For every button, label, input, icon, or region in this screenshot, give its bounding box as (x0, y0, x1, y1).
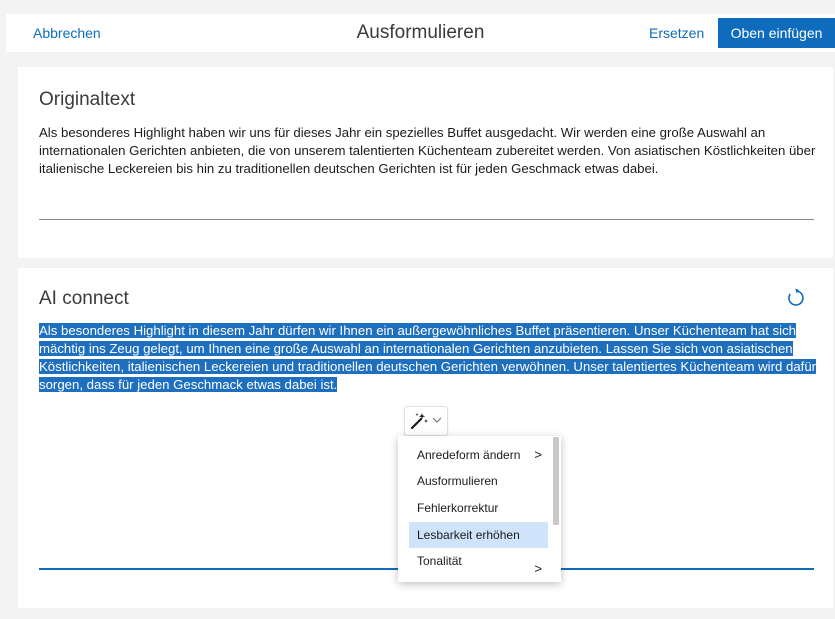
ai-actions-button[interactable] (404, 406, 448, 436)
refresh-icon[interactable] (785, 287, 807, 309)
selected-text[interactable]: Als besonderes Highlight in diesem Jahr … (39, 323, 817, 392)
original-text-heading: Originaltext (39, 89, 136, 110)
dialog-title: Ausformulieren (356, 22, 485, 43)
ai-connect-heading: AI connect (39, 288, 129, 309)
magic-wand-icon (410, 413, 428, 430)
ai-generated-text[interactable]: Als besonderes Highlight in diesem Jahr … (39, 322, 824, 394)
top-bar: Abbrechen Ausformulieren Ersetzen Oben e… (6, 14, 835, 52)
chevron-right-icon: > (534, 447, 542, 462)
menu-item-improve-readability[interactable]: Lesbarkeit erhöhen (409, 522, 548, 548)
chevron-down-icon (432, 417, 442, 423)
menu-item-label: Anredeform ändern (417, 448, 521, 462)
original-text-body: Als besonderes Highlight haben wir uns f… (39, 125, 816, 176)
replace-button[interactable]: Ersetzen (649, 25, 704, 41)
divider (39, 219, 814, 220)
menu-scrollbar[interactable] (553, 437, 559, 525)
menu-item-label: Lesbarkeit erhöhen (417, 528, 520, 542)
insert-above-button[interactable]: Oben einfügen (718, 18, 835, 48)
chevron-right-icon: > (534, 561, 542, 576)
menu-item-change-address-form[interactable]: Anredeform ändern > (409, 442, 548, 468)
menu-item-label: Ausformulieren (417, 474, 498, 488)
menu-item-label: Fehlerkorrektur (417, 501, 499, 515)
original-text-card: Originaltext Als besonderes Highlight ha… (18, 67, 833, 258)
ai-actions-menu: Anredeform ändern > Ausformulieren Fehle… (398, 436, 561, 582)
menu-item-label: Tonalität (417, 554, 462, 568)
menu-item-rephrase[interactable]: Ausformulieren (409, 468, 548, 494)
menu-item-tonality[interactable]: Tonalität > (409, 548, 548, 576)
menu-item-error-correction[interactable]: Fehlerkorrektur (409, 495, 548, 521)
